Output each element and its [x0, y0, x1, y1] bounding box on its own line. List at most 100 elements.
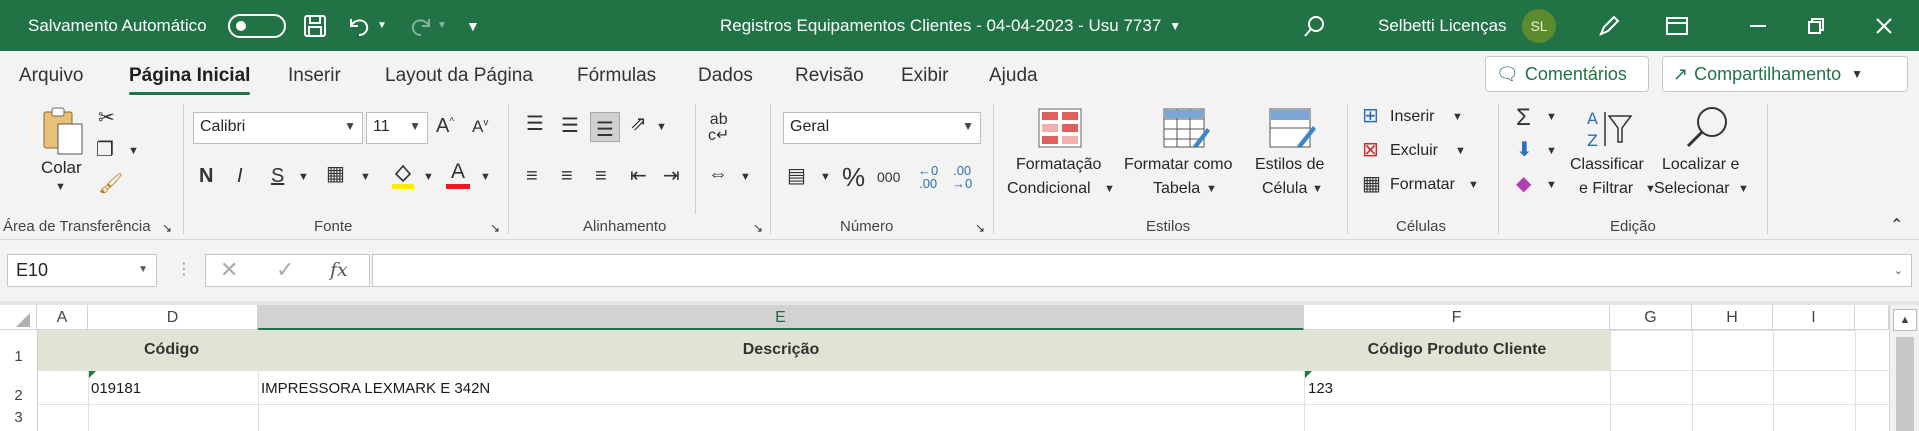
chevron-down-icon[interactable]: ▼ — [1468, 180, 1479, 191]
error-indicator[interactable] — [1305, 371, 1312, 378]
chevron-down-icon[interactable]: ▼ — [128, 146, 139, 157]
cell-styles-label[interactable]: Estilos de — [1255, 156, 1324, 174]
format-as-table-icon[interactable] — [1163, 108, 1211, 155]
number-format-select[interactable]: Geral ▼ — [783, 112, 981, 144]
wrap-text-icon[interactable]: ab c↵ — [708, 112, 729, 144]
align-middle-icon[interactable]: ☰ — [561, 116, 579, 136]
name-box[interactable]: E10 ▼ — [7, 254, 157, 287]
currency-format-icon[interactable]: ▤ — [787, 166, 806, 186]
cell-f2[interactable]: 123 — [1308, 380, 1333, 397]
chevron-down-icon[interactable]: ▼ — [423, 172, 434, 183]
redo-icon[interactable]: ▼ — [405, 0, 447, 51]
row-header-1[interactable]: 1 — [0, 348, 37, 365]
chevron-down-icon[interactable]: ▼ — [1546, 180, 1557, 191]
column-header-e[interactable]: E — [258, 305, 1304, 330]
chevron-down-icon[interactable]: ▼ — [1452, 112, 1463, 123]
chevron-down-icon[interactable]: ▼ — [1546, 112, 1557, 123]
chevron-down-icon[interactable]: ▼ — [360, 172, 371, 183]
cell-d2[interactable]: 019181 — [91, 380, 141, 397]
decrease-decimal-icon[interactable]: .00 →0 — [952, 164, 972, 190]
cell-styles-icon[interactable] — [1269, 108, 1317, 155]
close-icon[interactable] — [1874, 0, 1894, 51]
tab-ajuda[interactable]: Ajuda — [989, 65, 1038, 87]
cut-icon[interactable]: ✂ — [98, 108, 115, 128]
sort-filter-label-2[interactable]: e Filtrar — [1579, 180, 1633, 198]
autosum-icon[interactable]: Σ — [1516, 106, 1531, 130]
format-painter-icon[interactable]: 🖌 — [98, 174, 123, 194]
insert-cells-icon[interactable]: ⊞ — [1362, 106, 1379, 126]
orientation-icon[interactable]: ⇗ — [630, 114, 647, 134]
chevron-down-icon[interactable]: ▼ — [1546, 146, 1557, 157]
cancel-icon[interactable]: ✕ — [220, 257, 238, 283]
decrease-font-icon[interactable]: Av — [472, 118, 488, 135]
search-icon[interactable] — [1302, 0, 1328, 51]
format-as-table-label-2[interactable]: Tabela — [1153, 180, 1200, 198]
conditional-formatting-icon[interactable] — [1038, 108, 1082, 153]
error-indicator[interactable] — [89, 371, 96, 378]
column-header-h[interactable]: H — [1692, 305, 1773, 330]
restore-icon[interactable] — [1806, 0, 1826, 51]
formula-input[interactable]: ⌄ — [372, 254, 1912, 287]
chevron-down-icon[interactable]: ▼ — [820, 172, 831, 183]
chevron-down-icon[interactable]: ▼ — [1206, 184, 1217, 195]
bold-button[interactable]: N — [199, 166, 213, 186]
align-center-icon[interactable]: ≡ — [561, 166, 573, 186]
clear-icon[interactable]: ◆ — [1516, 174, 1531, 194]
conditional-formatting-label-2[interactable]: Condicional — [1007, 180, 1091, 198]
tab-formulas[interactable]: Fórmulas — [577, 65, 656, 87]
increase-indent-icon[interactable]: ⇥ — [663, 166, 680, 186]
chevron-down-icon[interactable]: ▼ — [55, 182, 66, 193]
comments-button[interactable]: 🗨 Comentários — [1485, 56, 1649, 92]
expand-formula-icon[interactable]: ⌄ — [1894, 264, 1903, 277]
cell-e2[interactable]: IMPRESSORA LEXMARK E 342N — [261, 380, 490, 397]
dialog-launcher-icon[interactable]: ↘ — [490, 222, 500, 234]
more-options-icon[interactable]: ⋮ — [176, 259, 192, 279]
chevron-down-icon[interactable]: ▼ — [656, 122, 667, 133]
chevron-down-icon[interactable]: ▼ — [298, 172, 309, 183]
ribbon-display-icon[interactable] — [1665, 0, 1689, 51]
dialog-launcher-icon[interactable]: ↘ — [162, 222, 172, 234]
cell-f1[interactable]: Código Produto Cliente — [1304, 330, 1610, 370]
increase-font-icon[interactable]: A^ — [436, 116, 454, 136]
format-cells-button[interactable]: Formatar — [1390, 176, 1455, 194]
collapse-ribbon-icon[interactable]: ⌃ — [1890, 218, 1903, 234]
percent-button[interactable]: % — [842, 164, 865, 190]
chevron-down-icon[interactable]: ▼ — [480, 172, 491, 183]
column-header-f[interactable]: F — [1304, 305, 1610, 330]
scrollbar-thumb[interactable] — [1896, 337, 1914, 431]
conditional-formatting-label[interactable]: Formatação — [1016, 156, 1101, 174]
sort-filter-label[interactable]: Classificar — [1570, 156, 1644, 174]
pen-icon[interactable] — [1596, 0, 1622, 51]
cell-d1[interactable]: Código — [38, 330, 258, 370]
avatar[interactable]: SL — [1522, 8, 1556, 43]
tab-dados[interactable]: Dados — [698, 65, 753, 87]
tab-exibir[interactable]: Exibir — [901, 65, 949, 87]
enter-icon[interactable]: ✓ — [276, 257, 294, 283]
fill-icon[interactable]: ⬇ — [1516, 140, 1533, 160]
find-select-icon[interactable] — [1684, 104, 1732, 155]
font-size-select[interactable]: 11 ▼ — [366, 112, 428, 144]
decrease-indent-icon[interactable]: ⇤ — [630, 166, 647, 186]
cell-e1[interactable]: Descrição — [258, 330, 1304, 370]
chevron-down-icon[interactable]: ▼ — [1455, 146, 1466, 157]
paste-button[interactable] — [40, 106, 86, 161]
underline-button[interactable]: S — [271, 166, 284, 186]
delete-cells-button[interactable]: Excluir — [1390, 142, 1438, 160]
format-as-table-label[interactable]: Formatar como — [1124, 156, 1232, 174]
chevron-down-icon[interactable]: ▼ — [1312, 184, 1323, 195]
dialog-launcher-icon[interactable]: ↘ — [975, 222, 985, 234]
thousands-separator-button[interactable]: 000 — [877, 170, 900, 184]
tab-inserir[interactable]: Inserir — [288, 65, 341, 87]
increase-decimal-icon[interactable]: ←0.00 — [918, 164, 938, 190]
row-header-3[interactable]: 3 — [0, 409, 37, 426]
font-name-select[interactable]: Calibri ▼ — [193, 112, 363, 144]
sort-filter-icon[interactable]: AZ — [1585, 106, 1633, 157]
select-all-button[interactable] — [0, 305, 37, 330]
save-icon[interactable] — [302, 0, 328, 51]
tab-arquivo[interactable]: Arquivo — [19, 65, 83, 87]
find-select-label-2[interactable]: Selecionar — [1654, 180, 1730, 198]
autosave-toggle[interactable] — [228, 13, 286, 38]
copy-icon[interactable]: ❐ — [96, 140, 114, 160]
find-select-label[interactable]: Localizar e — [1662, 156, 1739, 174]
italic-button[interactable]: I — [237, 166, 243, 186]
